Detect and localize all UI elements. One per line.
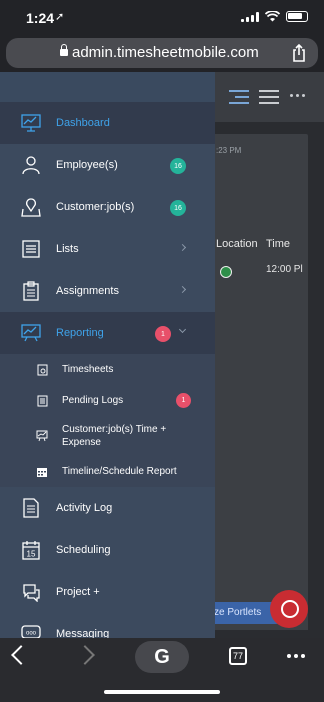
dashboard-icon <box>20 112 42 134</box>
background-card: :23 PM Location Time 12:00 Pl <box>208 134 308 574</box>
timestamp-text: :23 PM <box>216 146 242 155</box>
chat-bubbles-icon <box>20 581 42 603</box>
employee-icon <box>20 154 42 176</box>
row-time: 12:00 Pl <box>266 264 303 275</box>
pending-logs-badge: 1 <box>176 393 191 408</box>
clipboard-icon <box>20 280 42 302</box>
menu-label-lists: Lists <box>56 243 79 255</box>
sub-label-timeline-schedule-report: Timeline/Schedule Report <box>62 466 177 477</box>
customize-portlets-button[interactable]: ze Portlets <box>208 602 278 624</box>
menu-item-messaging[interactable]: ooo Messaging <box>0 613 215 638</box>
sub-item-timeline-schedule-report[interactable]: Timeline/Schedule Report <box>0 456 215 487</box>
menu-item-reporting[interactable]: Reporting 1 <box>0 312 215 354</box>
menu-item-project[interactable]: Project + <box>0 571 215 613</box>
google-button[interactable]: G <box>135 641 189 673</box>
globe-icon[interactable] <box>220 266 232 278</box>
message-icon-text: ooo <box>26 631 37 637</box>
sub-item-timesheets[interactable]: Timesheets <box>0 354 215 385</box>
menu-item-activity-log[interactable]: Activity Log <box>0 487 215 529</box>
reporting-icon <box>20 322 42 344</box>
more-options-icon[interactable] <box>290 94 305 97</box>
sub-label-timesheets: Timesheets <box>62 364 114 375</box>
battery-icon <box>286 11 308 22</box>
chart-icon <box>36 430 48 442</box>
map-pin-icon <box>20 196 42 218</box>
url-bar[interactable]: admin.timesheetmobile.com <box>6 38 318 68</box>
document-icon <box>36 395 48 407</box>
sub-label-customer-job-time-expense: Customer:job(s) Time + Expense <box>62 423 166 449</box>
menu-label-messaging: Messaging <box>56 628 110 638</box>
sub-label-pending-logs: Pending Logs <box>62 395 124 406</box>
status-indicators <box>241 11 308 22</box>
sub-label-line2: Expense <box>62 437 101 448</box>
menu-label-employees: Employee(s) <box>56 159 118 171</box>
sub-item-customer-job-time-expense[interactable]: Customer:job(s) Time + Expense <box>0 416 215 456</box>
status-bar: 1:24 ➚ <box>0 0 324 34</box>
message-icon: ooo <box>20 623 42 638</box>
reporting-count-badge: 1 <box>155 326 171 342</box>
menu-item-employees[interactable]: Employee(s) 16 <box>0 144 215 186</box>
location-arrow-icon: ➚ <box>55 11 65 23</box>
calendar-icon: 15 <box>20 539 42 561</box>
drawer-top <box>0 72 215 102</box>
menu-label-project: Project + <box>56 586 100 598</box>
menu-icon[interactable] <box>259 90 279 104</box>
status-time: 1:24 <box>26 10 55 26</box>
list-view-icon[interactable] <box>229 90 249 104</box>
column-time: Time <box>266 238 291 250</box>
more-icon[interactable] <box>287 654 305 658</box>
url-text: admin.timesheetmobile.com <box>72 44 259 61</box>
chat-button[interactable] <box>270 590 308 628</box>
menu-label-scheduling: Scheduling <box>56 544 111 556</box>
menu-item-lists[interactable]: Lists <box>0 228 215 270</box>
menu-item-customer-jobs[interactable]: Customer:job(s) 16 <box>0 186 215 228</box>
reporting-submenu: Timesheets Pending Logs 1 Customer:job(s… <box>0 354 215 487</box>
menu-item-assignments[interactable]: Assignments <box>0 270 215 312</box>
side-drawer: Dashboard Employee(s) 16 Customer:job(s)… <box>0 72 215 638</box>
menu-label-customer-jobs: Customer:job(s) <box>56 201 135 213</box>
menu-item-scheduling[interactable]: 15 Scheduling <box>0 529 215 571</box>
forward-arrow-icon[interactable] <box>75 645 95 665</box>
lock-icon <box>60 44 68 56</box>
employees-count-badge: 16 <box>170 158 186 174</box>
menu-label-reporting: Reporting <box>56 327 104 339</box>
menu-label-dashboard: Dashboard <box>56 117 110 129</box>
column-location: Location <box>216 238 258 250</box>
calendar-icon-text: 15 <box>27 550 36 559</box>
wifi-icon <box>265 11 280 22</box>
chevron-down-icon <box>178 325 187 334</box>
signal-icon <box>241 11 259 22</box>
page-header <box>215 72 324 122</box>
back-arrow-icon[interactable] <box>11 645 31 665</box>
chevron-right-icon <box>178 243 187 252</box>
tabs-button[interactable]: 77 <box>229 647 247 665</box>
calendar-icon <box>36 466 48 478</box>
lists-icon <box>20 238 42 260</box>
activity-log-icon <box>20 497 42 519</box>
menu-label-assignments: Assignments <box>56 285 119 297</box>
menu-item-dashboard[interactable]: Dashboard <box>0 102 215 144</box>
share-icon[interactable] <box>292 44 306 62</box>
chevron-right-icon <box>178 285 187 294</box>
browser-url-area: admin.timesheetmobile.com <box>0 34 324 72</box>
sub-item-pending-logs[interactable]: Pending Logs 1 <box>0 385 215 416</box>
home-indicator[interactable] <box>104 690 220 694</box>
sub-label-line1: Customer:job(s) Time + <box>62 424 167 435</box>
timesheet-icon <box>36 364 48 376</box>
customer-jobs-count-badge: 16 <box>170 200 186 216</box>
menu-label-activity-log: Activity Log <box>56 502 113 514</box>
